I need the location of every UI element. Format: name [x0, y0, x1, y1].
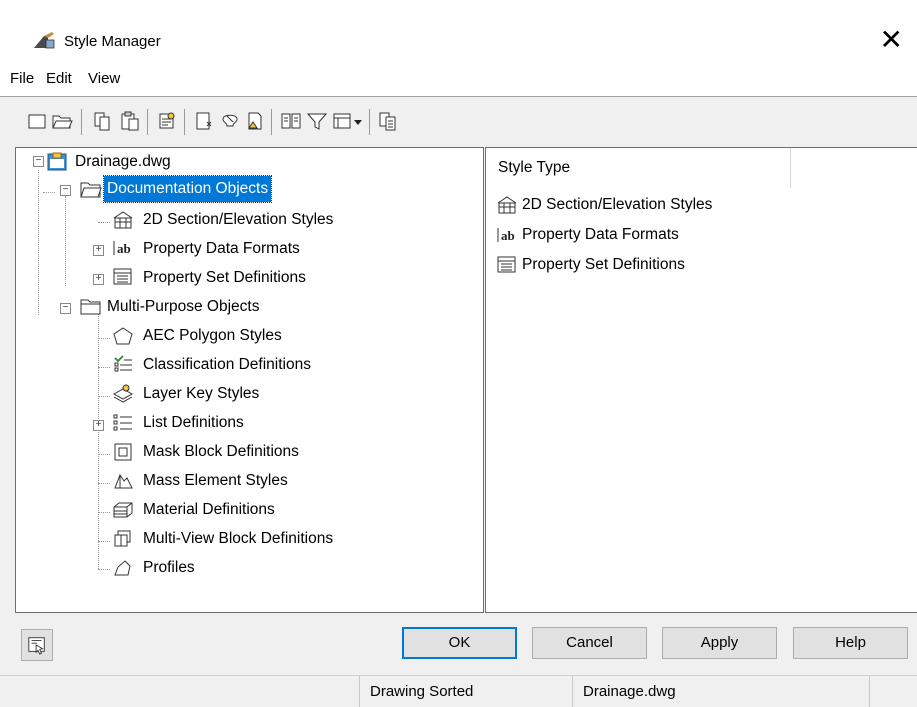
new-style-icon[interactable]: [192, 109, 216, 133]
multi-view-block-icon: [114, 530, 131, 547]
tree-connector: [98, 367, 110, 368]
toggle-view-icon[interactable]: [279, 109, 303, 133]
status-sort: Drawing Sorted: [359, 676, 559, 707]
property-set-icon: [497, 256, 516, 273]
tree-item-property-set-definitions[interactable]: Property Set Definitions: [140, 265, 309, 291]
open-drawing-icon[interactable]: [50, 109, 74, 133]
svg-text:ab: ab: [501, 228, 515, 243]
section-elevation-icon: [113, 211, 133, 229]
new-drawing-icon[interactable]: [25, 109, 49, 133]
toolbar-divider: [184, 109, 185, 135]
window-title: Style Manager: [64, 33, 161, 50]
toolbar-divider: [147, 109, 148, 135]
help-button[interactable]: Help: [793, 627, 908, 659]
tree-item-material[interactable]: Material Definitions: [140, 497, 278, 523]
style-type-list[interactable]: Style Type 2D Section/Elevation Styles a…: [485, 147, 917, 613]
classification-icon: [114, 355, 132, 372]
style-tree[interactable]: − Drainage.dwg − Documentation Objects 2…: [15, 147, 484, 613]
edit-style-icon[interactable]: [155, 109, 179, 133]
toolbar-divider: [81, 109, 82, 135]
polygon-icon: [113, 327, 133, 345]
paste-icon[interactable]: [118, 109, 142, 133]
menu-file[interactable]: File: [10, 70, 34, 87]
column-header-style-type[interactable]: Style Type: [486, 148, 791, 188]
list-item-label: Property Data Formats: [522, 226, 679, 243]
collapse-multi-purpose-icon[interactable]: −: [60, 303, 71, 314]
tree-item-classification[interactable]: Classification Definitions: [140, 352, 314, 378]
tree-item-profiles[interactable]: Profiles: [140, 555, 198, 581]
menu-view[interactable]: View: [88, 70, 120, 87]
tree-connector: [98, 512, 110, 513]
tree-item-drawing[interactable]: Drainage.dwg: [72, 149, 174, 175]
list-item-label: Property Set Definitions: [522, 256, 685, 273]
tree-connector: [98, 569, 110, 570]
tree-item-mask-block[interactable]: Mask Block Definitions: [140, 439, 302, 465]
tree-item-multi-purpose-objects[interactable]: Multi-Purpose Objects: [104, 294, 262, 320]
tree-connector: [43, 192, 55, 193]
toolbar-divider: [271, 109, 272, 135]
style-manager-app-icon: [34, 32, 55, 49]
tree-connector: [98, 314, 99, 569]
filter-icon[interactable]: [305, 109, 329, 133]
title-bar: Style Manager ✕: [0, 0, 917, 60]
tree-item-layer-key[interactable]: Layer Key Styles: [140, 381, 262, 407]
tree-item-section-elevation[interactable]: 2D Section/Elevation Styles: [140, 207, 336, 233]
mass-element-icon: [114, 473, 133, 489]
set-from-icon[interactable]: [243, 109, 267, 133]
tree-connector: [98, 541, 110, 542]
purge-icon[interactable]: [218, 109, 242, 133]
tree-item-multi-view-block[interactable]: Multi-View Block Definitions: [140, 526, 336, 552]
tree-connector: [98, 454, 110, 455]
status-bar: Drawing Sorted Drainage.dwg: [0, 675, 917, 707]
apply-button[interactable]: Apply: [662, 627, 777, 659]
profile-icon: [114, 560, 131, 576]
toolbar-divider: [369, 109, 370, 135]
tree-connector: [38, 170, 39, 315]
material-icon: [113, 502, 133, 518]
ab-format-icon: ab: [497, 228, 515, 243]
tree-connector: [98, 222, 110, 223]
ab-format-icon: ab: [113, 241, 131, 256]
tree-connector: [65, 196, 66, 286]
section-elevation-icon: [497, 196, 517, 214]
tree-item-aec-polygon[interactable]: AEC Polygon Styles: [140, 323, 285, 349]
menu-bar: File Edit View: [0, 60, 917, 96]
svg-text:ab: ab: [117, 241, 131, 256]
toolbar: [0, 97, 917, 145]
layer-key-icon: [112, 384, 134, 403]
expand-property-sets-icon[interactable]: +: [93, 274, 104, 285]
collapse-root-icon[interactable]: −: [33, 156, 44, 167]
expand-list-definitions-icon[interactable]: +: [93, 420, 104, 431]
tree-connector: [98, 338, 110, 339]
status-empty: [869, 676, 917, 707]
copy-icon[interactable]: [90, 109, 114, 133]
status-file: Drainage.dwg: [572, 676, 869, 707]
expand-property-formats-icon[interactable]: +: [93, 245, 104, 256]
cancel-button[interactable]: Cancel: [532, 627, 647, 659]
tree-item-mass-element[interactable]: Mass Element Styles: [140, 468, 291, 494]
chevron-down-icon[interactable]: [352, 109, 364, 133]
mask-block-icon: [114, 443, 132, 461]
tree-connector: [98, 483, 110, 484]
tree-item-property-data-formats[interactable]: Property Data Formats: [140, 236, 303, 262]
drawing-file-icon: [47, 152, 67, 171]
open-folder-icon: [80, 182, 102, 198]
list-icon: [113, 414, 132, 431]
tree-item-list-definitions[interactable]: List Definitions: [140, 410, 247, 436]
menu-edit[interactable]: Edit: [46, 70, 72, 87]
ok-button[interactable]: OK: [402, 627, 517, 659]
tree-item-documentation-objects[interactable]: Documentation Objects: [102, 175, 273, 203]
sort-icon[interactable]: [376, 109, 400, 133]
collapse-documentation-icon[interactable]: −: [60, 185, 71, 196]
folder-icon: [80, 299, 101, 315]
viewer-icon: [28, 637, 45, 655]
list-item-label: 2D Section/Elevation Styles: [522, 196, 713, 213]
close-icon[interactable]: ✕: [880, 24, 903, 56]
toggle-viewer-button[interactable]: [21, 629, 53, 661]
property-set-icon: [113, 268, 132, 285]
tree-connector: [98, 396, 110, 397]
